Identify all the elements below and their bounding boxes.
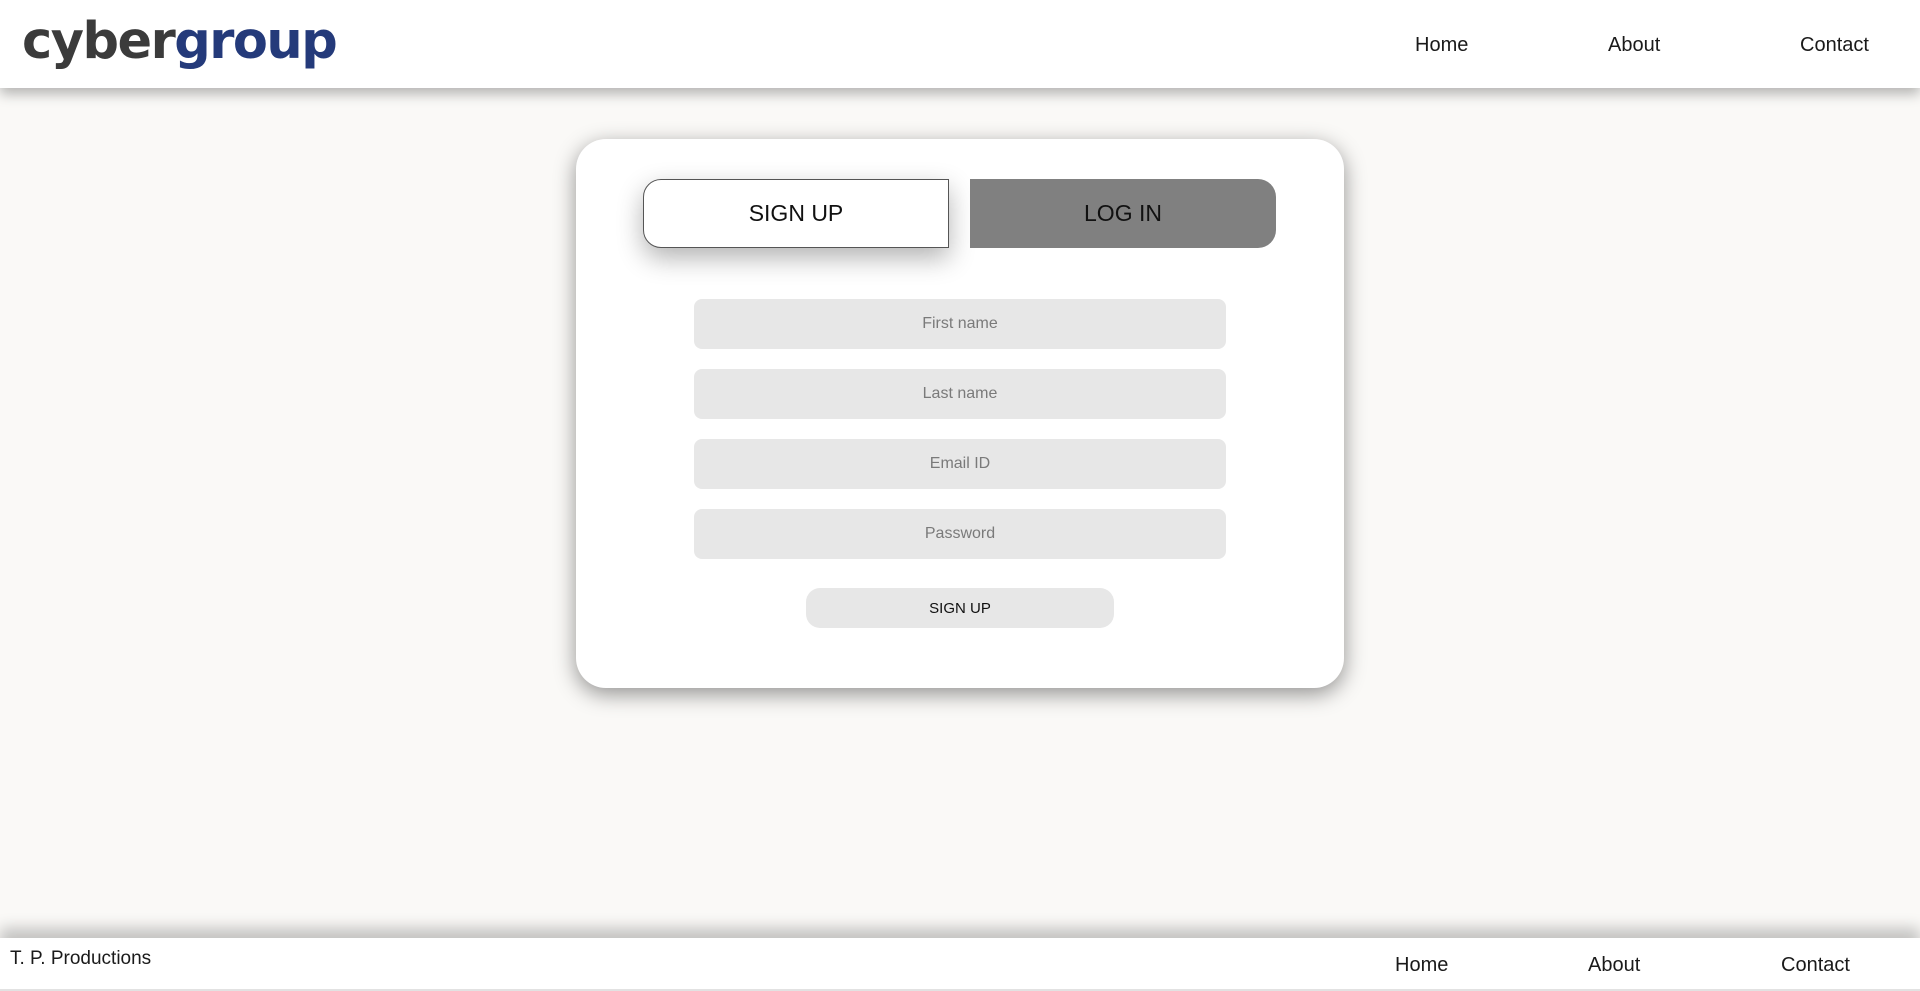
footer-nav-about-link[interactable]: About bbox=[1588, 954, 1640, 977]
last-name-input[interactable] bbox=[694, 369, 1226, 419]
header-nav-about-link[interactable]: About bbox=[1608, 34, 1660, 57]
tab-signup[interactable]: SIGN UP bbox=[643, 179, 949, 248]
email-input[interactable] bbox=[694, 439, 1226, 489]
logo-text-cyber: cyber bbox=[22, 12, 176, 71]
first-name-input[interactable] bbox=[694, 299, 1226, 349]
signup-card: SIGN UP LOG IN SIGN UP bbox=[576, 139, 1344, 688]
footer-nav-home-link[interactable]: Home bbox=[1395, 954, 1448, 977]
logo[interactable]: cybergroup bbox=[22, 12, 338, 72]
logo-text-group: group bbox=[174, 12, 338, 71]
tab-login[interactable]: LOG IN bbox=[970, 179, 1276, 248]
header-nav-contact-link[interactable]: Contact bbox=[1800, 34, 1869, 57]
site-header: cybergroup Home About Contact bbox=[0, 0, 1920, 88]
signup-submit-button[interactable]: SIGN UP bbox=[806, 588, 1114, 628]
footer-copyright: T. P. Productions bbox=[10, 948, 152, 969]
password-input[interactable] bbox=[694, 509, 1226, 559]
footer-nav-contact-link[interactable]: Contact bbox=[1781, 954, 1850, 977]
header-nav-home-link[interactable]: Home bbox=[1415, 34, 1468, 57]
site-footer: T. P. Productions Home About Contact bbox=[0, 938, 1920, 991]
